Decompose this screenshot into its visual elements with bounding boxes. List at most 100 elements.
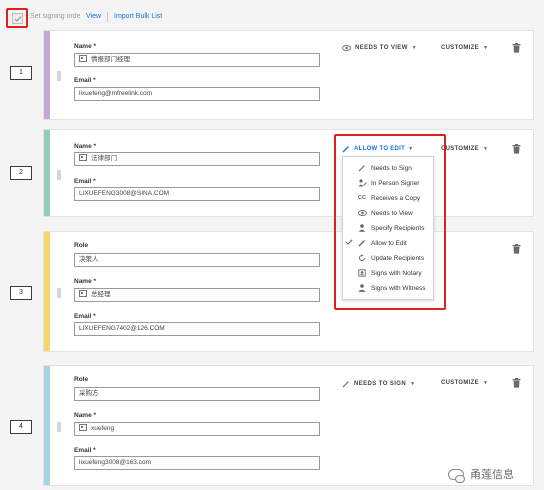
customize-dropdown[interactable]: CUSTOMIZE ▼ <box>441 380 488 386</box>
recipient-color-stripe <box>44 31 50 119</box>
name-input[interactable]: 情报部门经理 <box>74 53 320 67</box>
recipient-order-number[interactable]: 2 <box>10 166 32 180</box>
witness-icon <box>358 284 366 292</box>
customize-label: CUSTOMIZE <box>441 146 479 152</box>
email-input[interactable]: LIXUEFENG7402@126.COM <box>74 322 320 336</box>
menu-item-signs-with-witness[interactable]: Signs with Witness <box>343 281 435 295</box>
name-input[interactable]: xuefeng <box>74 422 320 436</box>
role-action-dropdown[interactable]: NEEDS TO VIEW ▼ <box>342 45 417 51</box>
wechat-watermark: 甬莲信息 <box>448 466 514 483</box>
email-label: Email * <box>74 77 96 84</box>
divider <box>107 12 108 22</box>
trash-icon[interactable] <box>512 144 521 154</box>
drag-handle[interactable] <box>57 288 61 298</box>
email-input[interactable]: lixuefeng3008@163.com <box>74 456 320 470</box>
email-input[interactable]: lixuefeng@mfreelink.com <box>74 87 320 101</box>
role-action-label: NEEDS TO VIEW <box>355 45 408 51</box>
trash-icon[interactable] <box>512 378 521 388</box>
person-icon <box>358 224 366 232</box>
update-icon <box>359 254 365 261</box>
pen-icon <box>358 165 365 172</box>
name-input[interactable]: 总经理 <box>74 288 320 302</box>
menu-item-needs-to-view[interactable]: Needs to View <box>343 206 435 220</box>
role-action-dropdown-open[interactable]: ALLOW TO EDIT ▼ <box>342 145 413 153</box>
trash-icon[interactable] <box>512 43 521 53</box>
role-input[interactable]: 决策人 <box>74 253 320 267</box>
menu-item-label: Receives a Copy <box>371 194 421 202</box>
chevron-down-icon: ▼ <box>482 45 489 51</box>
recipient-order-number[interactable]: 4 <box>10 420 32 434</box>
selected-check-icon <box>343 239 355 247</box>
import-bulk-list-link[interactable]: Import Bulk List <box>114 13 162 20</box>
recipient-card-3: Role 决策人 Name * 总经理 Email * LIXUEFENG740… <box>43 231 534 352</box>
menu-item-signs-with-notary[interactable]: Signs with Notary <box>343 266 435 280</box>
email-input[interactable]: LIXUEFENG3008@SINA.COM <box>74 187 320 201</box>
role-label: Role <box>74 376 89 383</box>
eye-icon <box>357 210 367 216</box>
email-label: Email * <box>74 178 96 185</box>
chevron-down-icon: ▼ <box>482 146 489 152</box>
menu-item-label: Allow to Edit <box>371 239 407 247</box>
customize-dropdown[interactable]: CUSTOMIZE ▼ <box>441 146 488 152</box>
name-label: Name * <box>74 278 97 285</box>
name-label: Name * <box>74 143 97 150</box>
role-action-label: ALLOW TO EDIT <box>354 146 406 152</box>
menu-item-in-person-signer[interactable]: In Person Signer <box>343 176 435 190</box>
set-signing-order-checkbox[interactable] <box>12 13 23 24</box>
name-label: Name * <box>74 43 97 50</box>
chevron-down-icon: ▼ <box>408 146 414 152</box>
menu-item-label: Update Recipients <box>371 254 425 262</box>
menu-item-label: Signs with Witness <box>371 284 426 292</box>
pencil-icon <box>342 146 349 153</box>
menu-item-label: Needs to Sign <box>371 164 412 172</box>
menu-item-allow-to-edit[interactable]: Allow to Edit <box>343 236 435 250</box>
menu-item-receives-a-copy[interactable]: CC Receives a Copy <box>343 191 435 205</box>
pen-icon <box>342 381 349 388</box>
chevron-down-icon: ▼ <box>410 381 416 387</box>
contact-card-icon <box>79 424 87 431</box>
watermark-text: 甬莲信息 <box>470 469 514 481</box>
set-signing-order-label[interactable]: Set signing order <box>28 13 80 20</box>
eye-icon <box>342 45 351 51</box>
recipient-color-stripe <box>44 232 50 351</box>
menu-item-needs-to-sign[interactable]: Needs to Sign <box>343 161 435 175</box>
name-value: 总经理 <box>91 291 111 298</box>
contact-card-icon <box>79 290 87 297</box>
name-value: 法律部门 <box>91 155 117 162</box>
customize-label: CUSTOMIZE <box>441 380 479 386</box>
role-action-dropdown[interactable]: NEEDS TO SIGN ▼ <box>342 380 415 388</box>
recipient-color-stripe <box>44 130 50 216</box>
role-input[interactable]: 采购方 <box>74 387 320 401</box>
drag-handle[interactable] <box>57 170 61 180</box>
menu-item-specify-recipients[interactable]: Specify Recipients <box>343 221 435 235</box>
drag-handle[interactable] <box>57 71 61 81</box>
role-action-label: NEEDS TO SIGN <box>354 381 407 387</box>
name-value: xuefeng <box>91 425 115 432</box>
cc-icon: CC <box>358 195 366 201</box>
role-label: Role <box>74 242 89 249</box>
recipient-color-stripe <box>44 366 50 485</box>
customize-dropdown[interactable]: CUSTOMIZE ▼ <box>441 45 488 51</box>
recipient-card-2: Name * 法律部门 Email * LIXUEFENG3008@SINA.C… <box>43 129 534 217</box>
wechat-icon <box>448 468 465 483</box>
role-dropdown-menu: Needs to Sign In Person Signer CC Receiv… <box>342 156 434 300</box>
email-label: Email * <box>74 313 96 320</box>
name-input[interactable]: 法律部门 <box>74 152 320 166</box>
trash-icon[interactable] <box>512 244 521 254</box>
recipient-order-number[interactable]: 1 <box>10 66 32 80</box>
menu-item-label: Needs to View <box>371 209 413 217</box>
chevron-down-icon: ▼ <box>411 45 418 51</box>
notary-icon <box>358 269 366 277</box>
view-link[interactable]: View <box>86 13 101 20</box>
in-person-icon <box>358 179 367 187</box>
checkmark-icon <box>14 16 22 22</box>
customize-label: CUSTOMIZE <box>441 45 479 51</box>
menu-item-label: Signs with Notary <box>371 269 422 277</box>
pencil-icon <box>358 240 365 247</box>
recipient-order-number[interactable]: 3 <box>10 286 32 300</box>
set-signing-order-checkbox-highlight[interactable] <box>6 8 28 28</box>
name-value: 情报部门经理 <box>91 56 130 63</box>
drag-handle[interactable] <box>57 422 61 432</box>
menu-item-update-recipients[interactable]: Update Recipients <box>343 251 435 265</box>
chevron-down-icon: ▼ <box>482 380 489 386</box>
